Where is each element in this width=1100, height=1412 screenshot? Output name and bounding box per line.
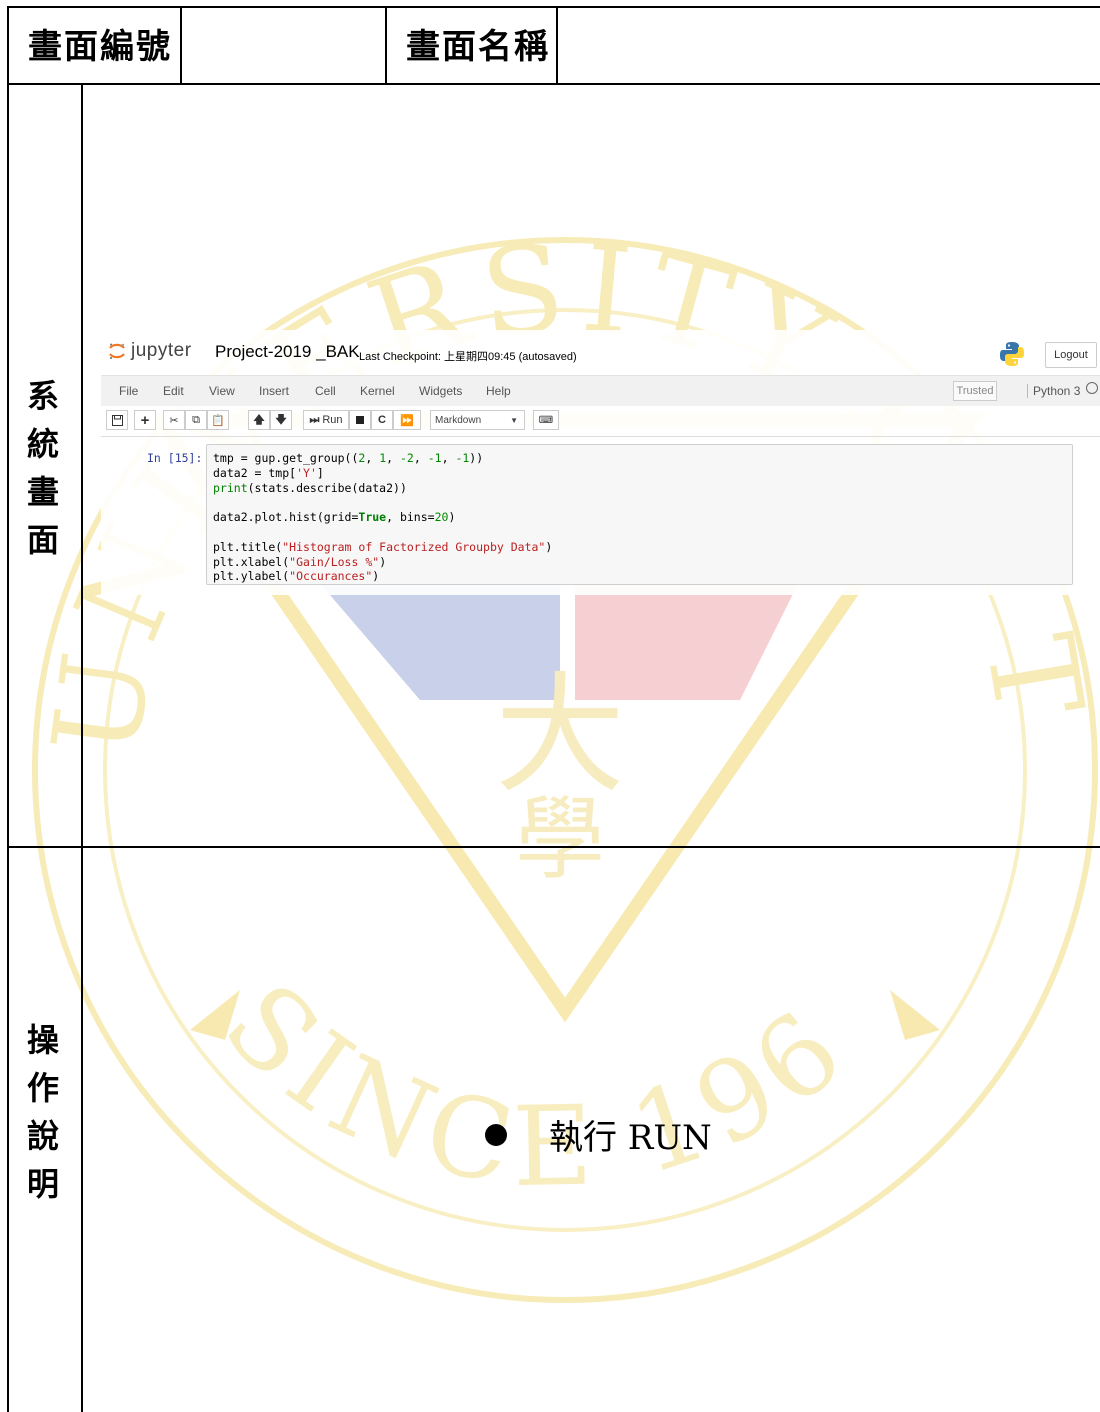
menu-kernel[interactable]: Kernel [360,384,395,398]
code-line: data2.plot.hist(grid=True, bins=20) [213,510,456,525]
code-line: plt.ylabel("Occurances") [213,569,380,584]
notebook-name[interactable]: Project-2019 _BAK [215,342,360,362]
logout-button[interactable]: Logout [1045,342,1097,368]
code-line: data2 = tmp['Y'] [213,465,324,480]
bullet-icon [485,1123,507,1146]
notebook-toolbar: + ✂ ⧉ 📋 🡅 🡇 ⏭ Run C ⏩ Markdown ▼ ⌨ [101,406,1100,436]
menu-bar: File Edit View Insert Cell Kernel Widget… [101,375,1100,406]
interrupt-button[interactable] [349,410,371,430]
menu-edit[interactable]: Edit [163,384,184,398]
kernel-status-icon [1086,382,1098,394]
move-up-button[interactable]: 🡅 [248,410,270,430]
system-screen-label: 系 統 畫 面 [26,377,59,559]
restart-run-all-button[interactable]: ⏩ [393,410,421,430]
cell-type-select[interactable]: Markdown ▼ [430,410,525,430]
menu-file[interactable]: File [119,384,138,398]
form-table: 畫面編號 畫面名稱 系 統 畫 面 操 作 說 明 [0,0,1100,1412]
operation-text: 執行 RUN [549,1118,712,1158]
cut-button[interactable]: ✂ [163,410,185,430]
jupyter-screenshot: jupyter Project-2019 _BAK Last Checkpoin… [101,330,1100,595]
cell-prompt: In [15]: [147,451,203,465]
menu-widgets[interactable]: Widgets [419,384,462,398]
plus-icon: + [140,411,150,429]
stop-icon [356,416,364,424]
scissors-icon: ✂ [169,414,179,427]
save-button[interactable] [106,410,128,430]
restart-icon: C [378,414,386,426]
jupyter-header: jupyter Project-2019 _BAK Last Checkpoin… [101,330,1100,374]
arrow-down-icon: 🡇 [275,413,287,426]
code-line: plt.title("Histogram of Factorized Group… [213,539,553,554]
cell-type-value: Markdown [435,414,482,426]
save-icon [111,414,123,426]
notebook-cell: In [15]: tmp = gup.get_group((2, 1, -2, … [101,436,1100,596]
code-line: plt.xlabel("Gain/Loss %") [213,554,387,569]
code-editor[interactable]: tmp = gup.get_group((2, 1, -2, -1, -1)) d… [206,444,1073,585]
python-logo-icon [1000,342,1024,366]
move-down-button[interactable]: 🡇 [270,410,292,430]
kernel-name: Python 3 [1027,384,1080,398]
arrow-up-icon: 🡅 [253,413,265,426]
menu-insert[interactable]: Insert [259,384,289,398]
jupyter-logo-text[interactable]: jupyter [131,340,192,362]
menu-view[interactable]: View [209,384,235,398]
command-palette-button[interactable]: ⌨ [533,410,559,430]
copy-icon: ⧉ [192,413,200,426]
trusted-badge[interactable]: Trusted [953,381,997,401]
restart-button[interactable]: C [371,410,393,430]
fast-forward-icon: ⏩ [400,414,414,427]
code-line: print(stats.describe(data2)) [213,480,407,495]
screen-id-label: 畫面編號 [28,26,172,67]
insert-cell-button[interactable]: + [134,410,156,430]
run-label: Run [322,414,343,426]
copy-button[interactable]: ⧉ [185,410,207,430]
menu-cell[interactable]: Cell [315,384,336,398]
code-line: tmp = gup.get_group((2, 1, -2, -1, -1)) [213,451,484,465]
step-forward-icon: ⏭ [309,413,320,426]
operation-bullet: 執行 RUN [485,1110,712,1159]
caret-down-icon: ▼ [510,415,518,425]
paste-icon: 📋 [211,414,225,427]
run-button[interactable]: ⏭ Run [303,410,349,430]
keyboard-icon: ⌨ [538,414,554,426]
menu-help[interactable]: Help [486,384,511,398]
operation-label: 操 作 說 明 [26,1021,59,1203]
jupyter-logo-icon [109,343,125,359]
paste-button[interactable]: 📋 [207,410,229,430]
checkpoint-status: Last Checkpoint: 上星期四09:45 (autosaved) [359,351,577,363]
screen-name-label: 畫面名稱 [406,26,550,67]
